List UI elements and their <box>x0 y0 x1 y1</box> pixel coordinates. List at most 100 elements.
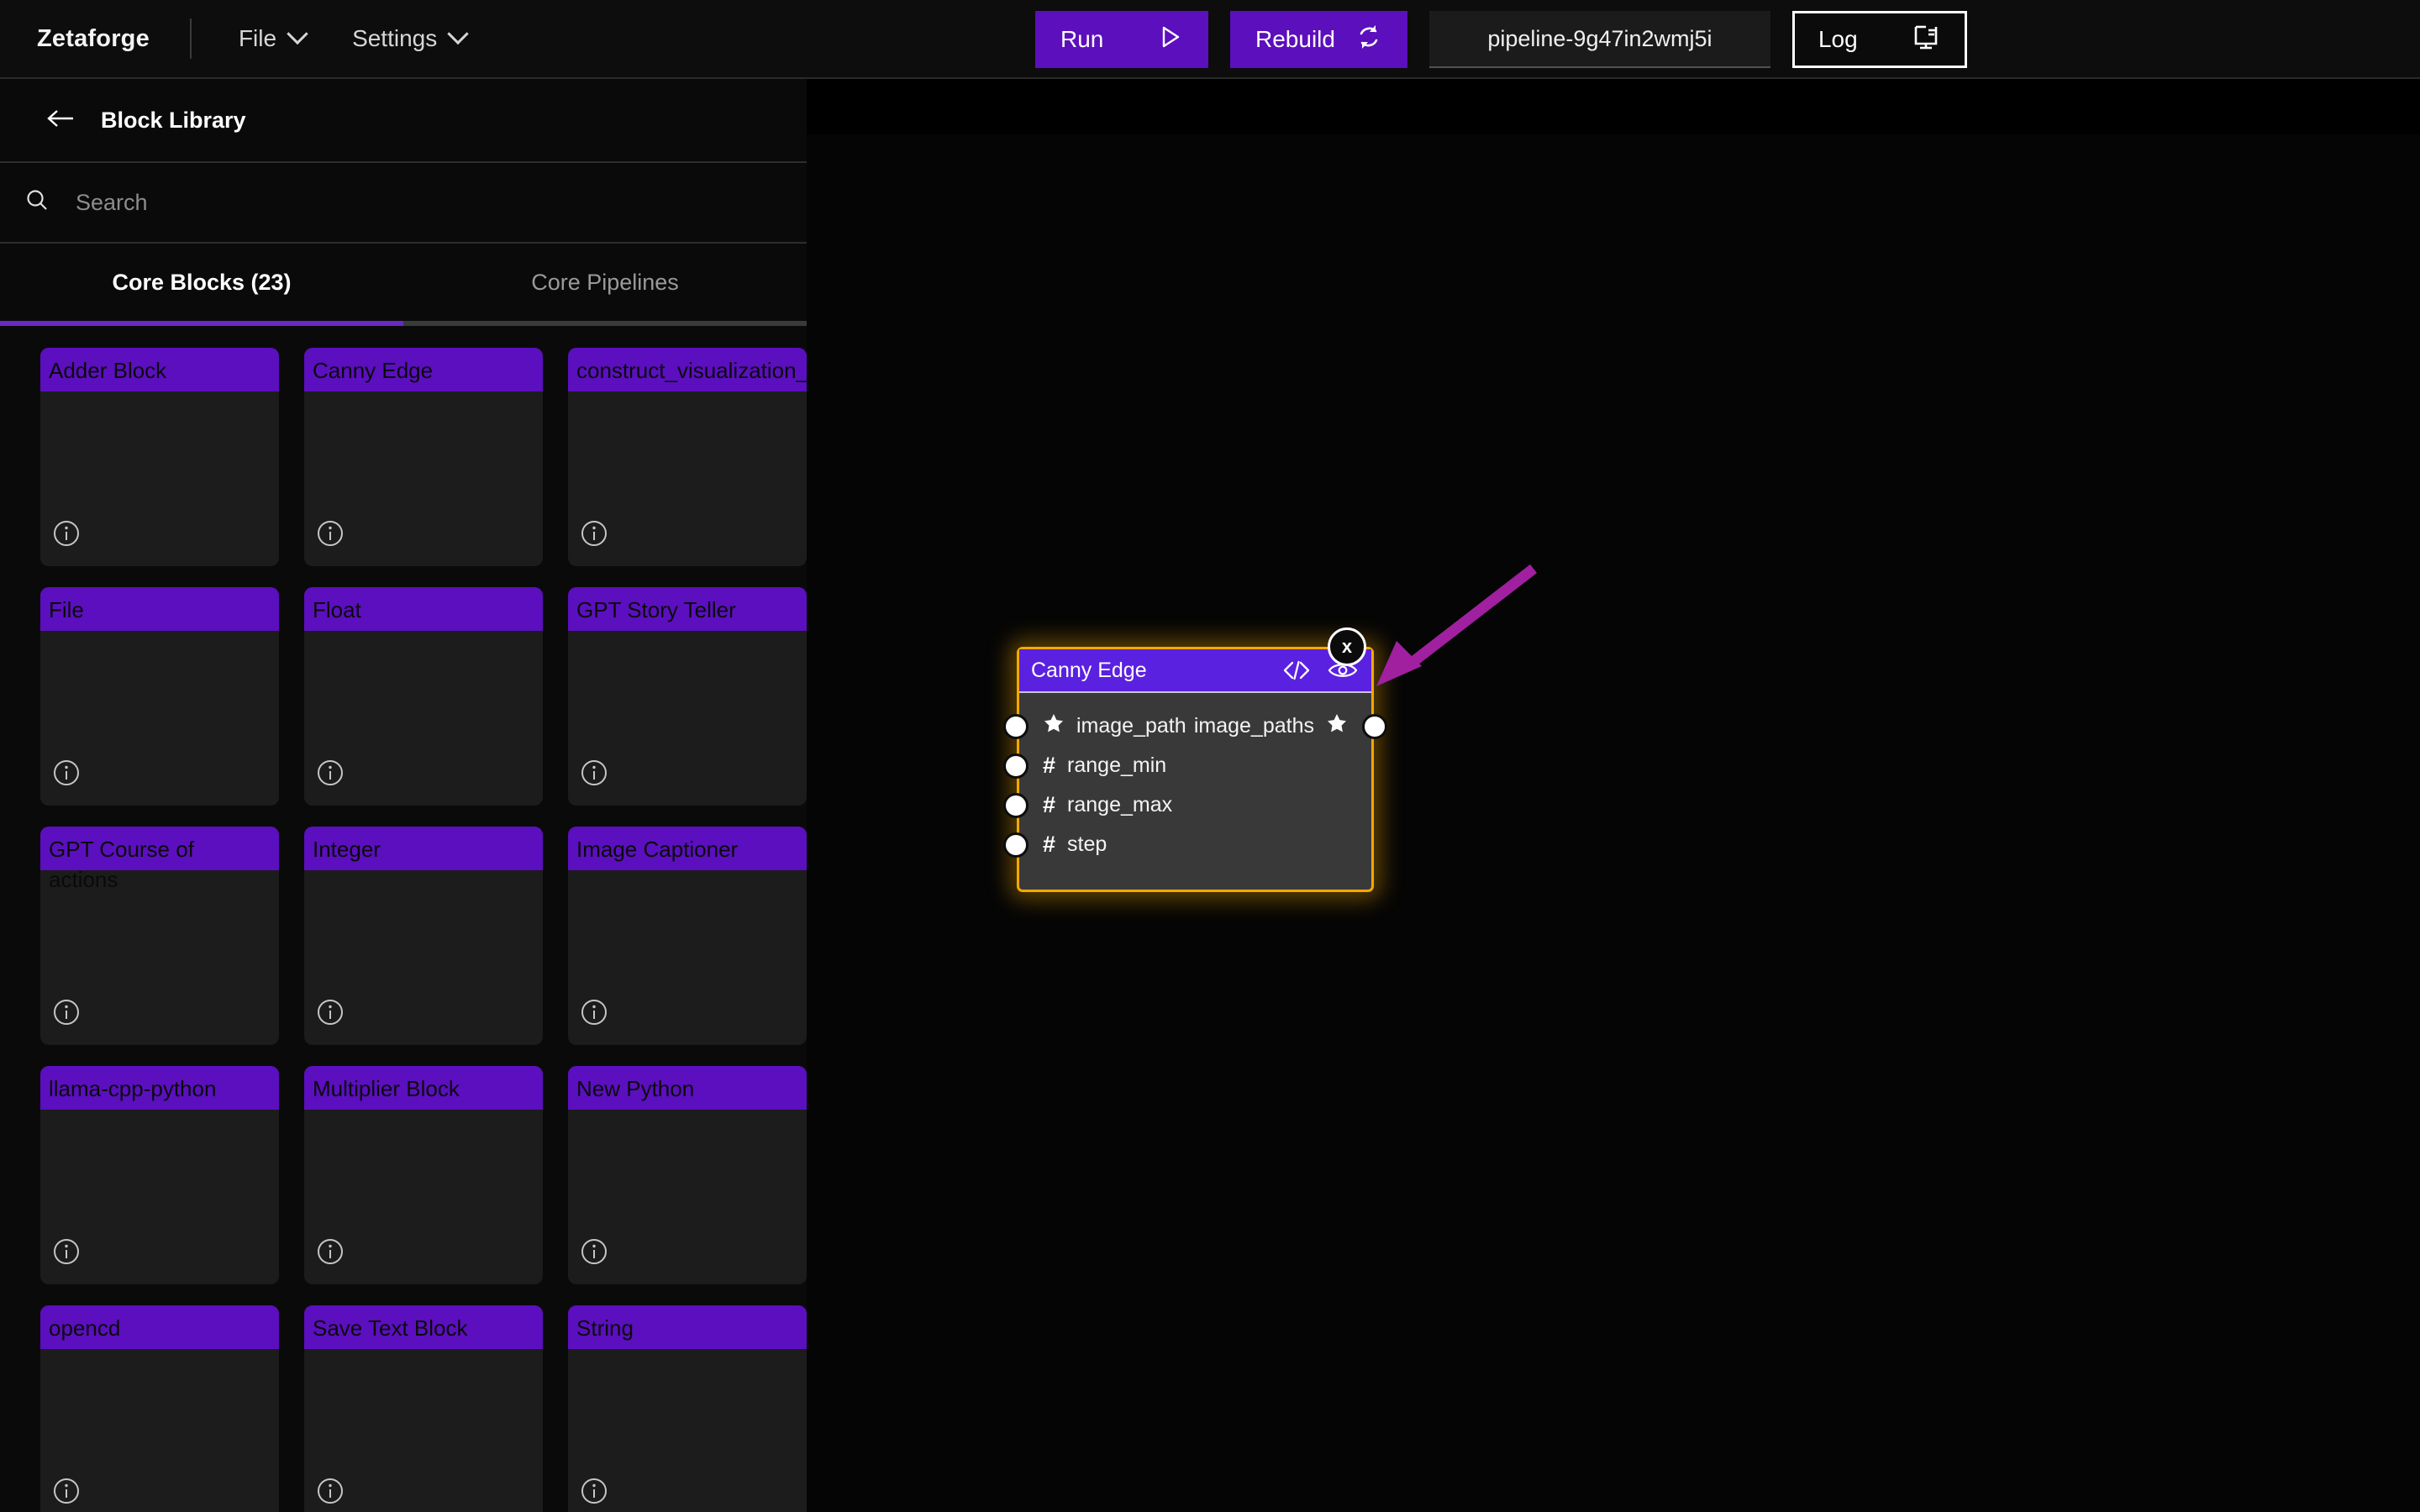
info-icon[interactable] <box>580 759 608 787</box>
block-card-title: File <box>49 597 84 622</box>
node-port-row: # step <box>1003 825 1371 864</box>
input-name-image_path: image_path <box>1076 714 1186 738</box>
run-button[interactable]: Run <box>1035 11 1208 68</box>
input-port-step[interactable] <box>1003 832 1028 858</box>
block-card[interactable]: Save Text Block <box>304 1305 543 1512</box>
block-card[interactable]: GPT Story Teller <box>568 587 807 806</box>
play-icon <box>1156 24 1183 56</box>
menu-settings-label: Settings <box>352 25 438 51</box>
menu-file[interactable]: File <box>238 23 308 52</box>
block-card[interactable]: Canny Edge <box>304 348 543 566</box>
info-icon[interactable] <box>580 1477 608 1505</box>
rebuild-button-label: Rebuild <box>1255 26 1335 52</box>
tab-core-blocks-label: Core Blocks (23) <box>112 269 292 295</box>
arrow-left-icon[interactable] <box>47 108 76 133</box>
block-card-title: GPT Course of actions <box>49 837 194 892</box>
block-card-header: opencd <box>40 1305 279 1349</box>
input-name-range_max: range_max <box>1067 793 1173 816</box>
block-library-sidebar: Block Library Core Blocks (23) Core Pipe… <box>0 79 807 1512</box>
block-card[interactable]: New Python <box>568 1066 807 1284</box>
pipeline-canvas[interactable]: Canny Edge image_path image_paths # rang… <box>807 134 2420 1512</box>
library-tabs: Core Blocks (23) Core Pipelines <box>0 244 807 326</box>
info-icon[interactable] <box>316 998 345 1026</box>
block-card-header: Float <box>304 587 543 631</box>
canvas-node-canny-edge[interactable]: Canny Edge image_path image_paths # rang… <box>1003 647 1387 892</box>
block-card-title: String <box>576 1315 634 1341</box>
block-card-header: New Python <box>568 1066 807 1110</box>
close-icon[interactable]: x <box>1328 627 1366 666</box>
info-icon[interactable] <box>52 519 81 548</box>
menu-file-label: File <box>238 25 277 51</box>
top-toolbar: Zetaforge File Settings Run Rebuild pipe… <box>0 0 2420 79</box>
block-card[interactable]: File <box>40 587 279 806</box>
input-label-range_max: # range_max <box>1043 792 1172 818</box>
block-card-header: String <box>568 1305 807 1349</box>
block-card[interactable]: Integer <box>304 827 543 1045</box>
pipeline-name-input[interactable] <box>1428 11 1770 68</box>
run-button-label: Run <box>1060 26 1104 52</box>
block-card-title: GPT Story Teller <box>576 597 736 622</box>
tab-core-blocks[interactable]: Core Blocks (23) <box>0 244 403 326</box>
page-title: Block Library <box>101 107 246 133</box>
info-icon[interactable] <box>52 1477 81 1505</box>
tab-core-pipelines-label: Core Pipelines <box>531 269 679 295</box>
toolbar-divider <box>189 18 192 59</box>
block-card[interactable]: Multiplier Block <box>304 1066 543 1284</box>
info-icon[interactable] <box>52 1237 81 1266</box>
block-card-title: Integer <box>313 837 381 862</box>
block-card-title: Image Captioner <box>576 837 739 862</box>
input-name-range_min: range_min <box>1067 753 1167 777</box>
node-port-row: image_path image_paths <box>1003 706 1387 746</box>
input-port-range_max[interactable] <box>1003 792 1028 818</box>
tab-core-pipelines[interactable]: Core Pipelines <box>403 244 807 326</box>
search-input[interactable] <box>76 189 807 216</box>
info-icon[interactable] <box>580 998 608 1026</box>
block-card-title: New Python <box>576 1076 695 1101</box>
block-card-header: Integer <box>304 827 543 870</box>
input-port-image_path[interactable] <box>1003 713 1028 739</box>
output-label-image_paths: image_paths <box>1194 712 1348 740</box>
info-icon[interactable] <box>316 519 345 548</box>
block-card[interactable]: String <box>568 1305 807 1512</box>
block-card[interactable]: GPT Course of actions <box>40 827 279 1045</box>
block-card[interactable]: llama-cpp-python <box>40 1066 279 1284</box>
output-port-image_paths[interactable] <box>1362 713 1387 739</box>
hash-icon: # <box>1043 832 1056 857</box>
info-icon[interactable] <box>316 759 345 787</box>
info-icon[interactable] <box>580 519 608 548</box>
block-card[interactable]: Float <box>304 587 543 806</box>
hash-icon: # <box>1043 753 1056 778</box>
log-button[interactable]: Log <box>1791 11 1967 68</box>
info-icon[interactable] <box>316 1237 345 1266</box>
output-name-image_paths: image_paths <box>1193 714 1314 738</box>
block-card-header: GPT Course of actions <box>40 827 279 892</box>
block-card-header: Adder Block <box>40 348 279 391</box>
input-label-range_min: # range_min <box>1043 753 1166 779</box>
input-label-step: # step <box>1043 832 1107 858</box>
block-card[interactable]: Image Captioner <box>568 827 807 1045</box>
input-port-range_min[interactable] <box>1003 753 1028 779</box>
menu-settings[interactable]: Settings <box>352 23 469 52</box>
hash-icon: # <box>1043 792 1056 817</box>
info-icon[interactable] <box>52 998 81 1026</box>
info-icon[interactable] <box>316 1477 345 1505</box>
rebuild-button[interactable]: Rebuild <box>1230 11 1407 68</box>
info-icon[interactable] <box>52 759 81 787</box>
star-icon <box>1326 712 1348 740</box>
code-brackets-icon[interactable] <box>1282 659 1311 681</box>
block-card-header: Save Text Block <box>304 1305 543 1349</box>
search-icon <box>24 187 50 218</box>
info-icon[interactable] <box>580 1237 608 1266</box>
block-card-title: llama-cpp-python <box>49 1076 217 1101</box>
star-icon <box>1043 712 1065 740</box>
block-card[interactable]: Adder Block <box>40 348 279 566</box>
block-card-title: Save Text Block <box>313 1315 468 1341</box>
input-name-step: step <box>1067 832 1107 856</box>
close-icon-label: x <box>1341 636 1353 657</box>
node-header[interactable]: Canny Edge <box>1019 649 1371 693</box>
block-card-header: GPT Story Teller <box>568 587 807 631</box>
block-card-header: llama-cpp-python <box>40 1066 279 1110</box>
block-card[interactable]: opencd <box>40 1305 279 1512</box>
block-card-header: construct_visualization_data <box>568 348 807 391</box>
block-card[interactable]: construct_visualization_data <box>568 348 807 566</box>
